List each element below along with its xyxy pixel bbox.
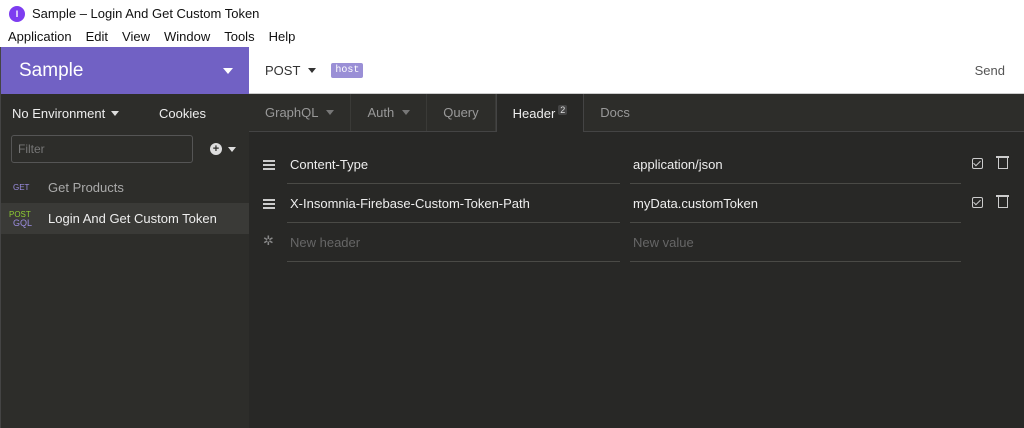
environment-dropdown[interactable]: No Environment: [12, 105, 120, 121]
send-button[interactable]: Send: [975, 63, 1005, 78]
header-editor: Content-Type application/json X-Insomnia…: [249, 132, 1024, 428]
method-badge-post-gql: POST GQL: [8, 210, 48, 228]
header-row: Content-Type application/json: [249, 145, 1024, 184]
header-count-badge: 2: [558, 104, 568, 115]
enable-checkbox-icon[interactable]: [972, 158, 983, 169]
url-bar: POST host Send: [249, 47, 1024, 94]
chevron-down-icon: [111, 110, 120, 116]
host-variable-tag[interactable]: host: [331, 62, 364, 78]
title-bar: I Sample – Login And Get Custom Token: [0, 0, 1024, 27]
drag-handle-icon[interactable]: [263, 160, 275, 170]
menu-bar: Application Edit View Window Tools Help: [0, 27, 1024, 47]
request-name: Get Products: [48, 180, 124, 195]
method-gql-label: GQL: [13, 217, 33, 228]
plus-circle-icon: +: [210, 143, 222, 155]
header-row: X-Insomnia-Firebase-Custom-Token-Path my…: [249, 184, 1024, 223]
chevron-down-icon: [223, 67, 233, 74]
gear-icon[interactable]: ✲: [263, 233, 274, 249]
tab-label: Header: [512, 106, 556, 121]
filter-input[interactable]: [11, 135, 193, 163]
filter-row: +: [1, 132, 249, 166]
chevron-down-icon: [308, 67, 317, 73]
enable-checkbox-icon[interactable]: [972, 197, 983, 208]
workspace-name: Sample: [19, 59, 84, 81]
tab-docs[interactable]: Docs: [584, 94, 646, 131]
new-header-name-field[interactable]: New header: [287, 223, 620, 262]
chevron-down-icon: [228, 146, 236, 152]
trash-icon[interactable]: [996, 195, 1009, 208]
header-value-field[interactable]: application/json: [630, 145, 961, 184]
add-request-button[interactable]: +: [210, 143, 236, 155]
menu-help[interactable]: Help: [262, 27, 303, 47]
menu-window[interactable]: Window: [157, 27, 217, 47]
chevron-down-icon: [326, 110, 335, 115]
header-name-field[interactable]: X-Insomnia-Firebase-Custom-Token-Path: [287, 184, 620, 223]
request-tabs: GraphQL Auth Query Header 2 Docs: [249, 94, 1024, 133]
request-item-get-products[interactable]: GET Get Products: [1, 172, 249, 203]
header-name-field[interactable]: Content-Type: [287, 145, 620, 184]
menu-edit[interactable]: Edit: [79, 27, 115, 47]
header-value-field[interactable]: myData.customToken: [630, 184, 961, 223]
menu-application[interactable]: Application: [1, 27, 79, 47]
environment-row: No Environment Cookies: [1, 94, 249, 132]
tab-query[interactable]: Query: [427, 94, 496, 131]
new-header-value-field[interactable]: New value: [630, 223, 961, 262]
chevron-down-icon: [402, 110, 411, 115]
cookies-button[interactable]: Cookies: [159, 106, 206, 121]
trash-icon[interactable]: [996, 156, 1009, 169]
window-title: Sample – Login And Get Custom Token: [32, 6, 260, 21]
tab-graphql[interactable]: GraphQL: [249, 94, 352, 131]
drag-handle-icon[interactable]: [263, 199, 275, 209]
method-dropdown[interactable]: POST: [265, 62, 317, 78]
tab-header[interactable]: Header 2: [495, 94, 585, 133]
new-header-row: ✲ New header New value: [249, 223, 1024, 262]
request-item-login[interactable]: POST GQL Login And Get Custom Token: [1, 203, 249, 234]
request-name: Login And Get Custom Token: [48, 211, 217, 226]
tab-auth[interactable]: Auth: [351, 94, 428, 131]
tab-label: Docs: [600, 105, 630, 120]
request-list: GET Get Products POST GQL Login And Get …: [1, 172, 249, 234]
insomnia-app-icon: I: [9, 5, 25, 22]
tab-label: Auth: [367, 105, 395, 120]
sidebar: Sample No Environment Cookies + GET Get …: [0, 47, 249, 428]
method-label: POST: [265, 62, 301, 78]
workspace-dropdown[interactable]: Sample: [1, 47, 249, 94]
menu-tools[interactable]: Tools: [217, 27, 261, 47]
environment-label: No Environment: [12, 105, 106, 121]
tab-label: Query: [443, 105, 479, 120]
method-badge-get: GET: [13, 183, 30, 192]
tab-label: GraphQL: [265, 105, 319, 120]
menu-view[interactable]: View: [115, 27, 157, 47]
